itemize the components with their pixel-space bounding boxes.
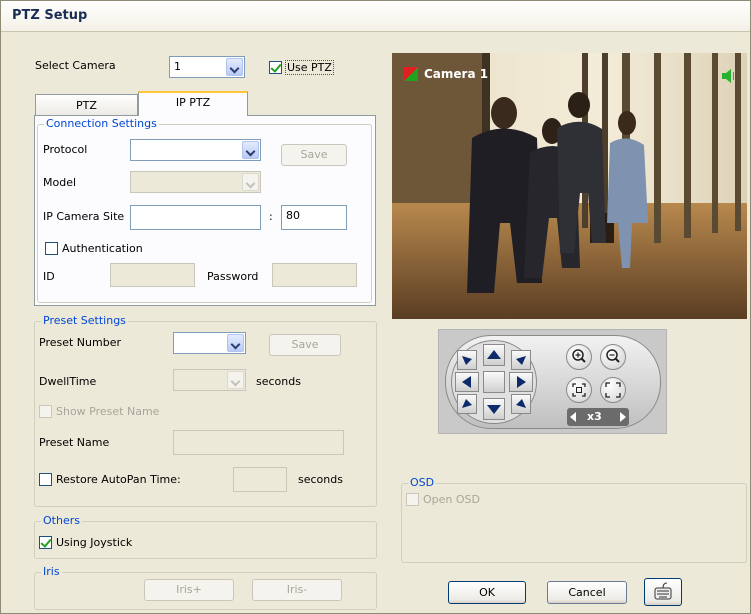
pan-down-right-button[interactable] (511, 394, 531, 414)
pan-left-button[interactable] (455, 372, 479, 392)
ip-camera-site-label: IP Camera Site (43, 210, 125, 223)
connection-save-button[interactable]: Save (281, 144, 347, 166)
dwell-time-label: DwellTime (39, 375, 97, 388)
password-input[interactable] (272, 263, 357, 287)
preset-save-button[interactable]: Save (269, 334, 341, 356)
arrow-down-icon (487, 405, 501, 414)
others-legend: Others (41, 514, 82, 527)
use-ptz-label: Use PTZ (285, 60, 334, 75)
iris-minus-button[interactable]: Iris- (252, 579, 342, 601)
zoom-level-increase-icon[interactable] (620, 412, 626, 422)
arrow-right-icon (517, 376, 526, 388)
id-input[interactable] (110, 263, 195, 287)
ptz-setup-window: PTZ Setup Select Camera 1 Use PTZ PTZ IP… (0, 0, 751, 614)
authentication-label: Authentication (62, 242, 143, 255)
id-label: ID (43, 270, 55, 283)
autopan-time-unit: seconds (298, 473, 343, 486)
camera-scene-image (392, 53, 747, 319)
title-bar: PTZ Setup (1, 1, 750, 32)
using-joystick-label: Using Joystick (56, 536, 133, 549)
arrow-up-right-icon (516, 356, 526, 365)
arrow-down-right-icon (516, 399, 526, 408)
pan-down-button[interactable] (483, 398, 505, 420)
osd-legend: OSD (408, 476, 437, 489)
model-select[interactable] (130, 171, 261, 193)
open-osd-checkbox[interactable] (406, 493, 419, 506)
ip-camera-site-input[interactable] (130, 205, 261, 230)
camera-name-overlay: Camera 1 (424, 67, 489, 81)
use-ptz-checkbox[interactable] (269, 61, 282, 74)
tab-ptz-label: PTZ (76, 99, 97, 112)
preset-name-label: Preset Name (39, 436, 110, 449)
arrow-left-icon (462, 376, 471, 388)
tab-ip-ptz[interactable]: IP PTZ (138, 91, 248, 116)
port-separator: : (269, 210, 273, 223)
focus-near-button[interactable] (566, 377, 592, 403)
model-label: Model (43, 176, 77, 189)
password-label: Password (207, 270, 259, 283)
camera-select[interactable]: 1 (169, 56, 245, 78)
authentication-checkbox[interactable] (45, 242, 58, 255)
pan-right-button[interactable] (509, 372, 533, 392)
tab-ip-ptz-label: IP PTZ (175, 96, 211, 109)
zoom-out-icon (606, 349, 620, 363)
keyboard-icon (654, 582, 672, 600)
chevron-down-icon[interactable] (227, 334, 244, 352)
ptz-control-panel: x3 (438, 329, 667, 434)
preset-number-select[interactable] (173, 332, 246, 354)
cancel-button[interactable]: Cancel (547, 581, 627, 604)
focus-far-button[interactable] (600, 377, 626, 403)
focus-near-icon (572, 383, 586, 397)
ok-button[interactable]: OK (448, 581, 526, 604)
arrow-down-left-icon (462, 399, 472, 408)
preset-settings-legend: Preset Settings (41, 314, 128, 327)
chevron-down-icon[interactable] (242, 141, 259, 159)
camera-video-preview[interactable]: Camera 1 (392, 53, 747, 319)
iris-plus-button[interactable]: Iris+ (144, 579, 234, 601)
zoom-level-value: x3 (587, 410, 602, 423)
iris-legend: Iris (41, 565, 62, 578)
pan-down-left-button[interactable] (457, 394, 477, 414)
show-preset-name-checkbox[interactable] (39, 405, 52, 418)
camera-select-value: 1 (174, 60, 181, 73)
preset-number-label: Preset Number (39, 336, 121, 349)
using-joystick-checkbox[interactable] (39, 536, 52, 549)
arrow-up-icon (487, 350, 501, 359)
preset-name-input[interactable] (173, 430, 344, 455)
protocol-select[interactable] (130, 139, 261, 161)
open-osd-label: Open OSD (423, 493, 480, 506)
speaker-icon[interactable] (720, 67, 738, 85)
focus-far-icon (605, 382, 621, 398)
pan-up-button[interactable] (483, 344, 505, 366)
show-preset-name-label: Show Preset Name (56, 405, 160, 418)
zoom-out-button[interactable] (600, 344, 626, 370)
camera-flag-icon (404, 67, 418, 81)
zoom-in-icon (572, 349, 586, 363)
protocol-label: Protocol (43, 143, 88, 156)
connection-settings-legend: Connection Settings (44, 117, 159, 130)
pan-up-right-button[interactable] (511, 350, 531, 370)
pan-up-left-button[interactable] (457, 350, 477, 370)
chevron-down-icon[interactable] (227, 371, 244, 389)
autopan-time-input[interactable] (233, 467, 287, 492)
zoom-in-button[interactable] (566, 344, 592, 370)
window-title: PTZ Setup (12, 8, 88, 23)
restore-autopan-checkbox[interactable] (39, 473, 52, 486)
port-input[interactable]: 80 (281, 205, 347, 230)
chevron-down-icon[interactable] (242, 173, 259, 191)
pan-center-button[interactable] (483, 371, 505, 393)
restore-autopan-label: Restore AutoPan Time: (56, 473, 181, 486)
keyboard-button[interactable] (644, 578, 682, 606)
zoom-level-control: x3 (567, 408, 629, 426)
arrow-up-left-icon (462, 356, 472, 365)
zoom-level-decrease-icon[interactable] (570, 412, 576, 422)
select-camera-label: Select Camera (35, 59, 116, 72)
dwell-time-select[interactable] (173, 369, 246, 391)
chevron-down-icon[interactable] (226, 58, 243, 76)
dwell-time-unit: seconds (256, 375, 301, 388)
tab-ptz[interactable]: PTZ (35, 94, 138, 115)
